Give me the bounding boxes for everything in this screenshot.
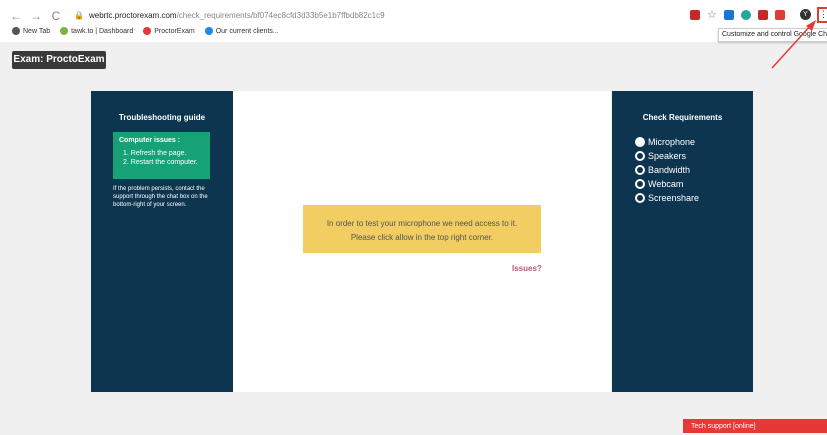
bookmark-tawk[interactable]: tawk.to | Dashboard — [60, 27, 133, 35]
annotation-arrow — [771, 20, 816, 69]
exam-label: Exam: ProctoExam — [12, 51, 106, 69]
tawk-icon — [60, 27, 69, 35]
tech-support-chat-button[interactable]: Tech support [online] — [683, 419, 827, 433]
bookmark-proctorexam[interactable]: ProctorExam — [143, 27, 195, 35]
radio-empty-icon — [635, 179, 645, 189]
radio-empty-icon — [635, 193, 645, 203]
lock-icon: 🔒 — [74, 10, 84, 20]
requirement-screenshare: Screenshare — [635, 191, 699, 205]
extension-icon-4[interactable] — [757, 9, 768, 20]
computer-issues-box: Computer issues : 1. Refresh the page. 2… — [113, 132, 210, 179]
star-icon[interactable]: ☆ — [707, 9, 717, 20]
requirement-webcam: Webcam — [635, 177, 699, 191]
bookmarks-bar: New Tab tawk.to | Dashboard ProctorExam … — [12, 27, 279, 35]
notice-line-1: In order to test your microphone we need… — [326, 219, 518, 228]
requirement-microphone: Microphone — [635, 135, 699, 149]
radio-empty-icon — [635, 165, 645, 175]
globe-icon — [12, 27, 20, 35]
clients-icon — [204, 27, 213, 35]
extension-icon-2[interactable] — [723, 9, 734, 20]
requirement-speakers: Speakers — [635, 149, 699, 163]
bookmark-clients[interactable]: Our current clients... — [204, 27, 279, 35]
requirement-bandwidth: Bandwidth — [635, 163, 699, 177]
troubleshooting-title: Troubleshooting guide — [118, 113, 206, 122]
back-icon[interactable]: ← — [10, 9, 22, 23]
microphone-notice: In order to test your microphone we need… — [303, 205, 541, 253]
address-bar[interactable]: 🔒 webrtc.proctorexam.com/check_requireme… — [74, 6, 714, 24]
proctorexam-icon — [143, 27, 152, 35]
browser-toolbar: ← → C 🔒 webrtc.proctorexam.com/check_req… — [0, 0, 827, 42]
troubleshooting-panel: Troubleshooting guide Computer issues : … — [91, 91, 233, 392]
requirements-title: Check Requirements — [642, 113, 723, 122]
requirements-list: Microphone Speakers Bandwidth Webcam Scr… — [635, 135, 699, 205]
notice-line-2: Please click allow in the top right corn… — [350, 233, 494, 242]
extension-icon-3[interactable] — [740, 9, 751, 20]
requirements-panel: Check Requirements Microphone Speakers B… — [612, 91, 753, 392]
radio-empty-icon — [635, 151, 645, 161]
url-host: webrtc.proctorexam.com — [88, 10, 177, 20]
issues-link[interactable]: Issues? — [512, 264, 542, 273]
radio-checked-icon — [635, 137, 645, 147]
url-path: /check_requirements/bf074ec8cfd3d33b5e1b… — [176, 10, 385, 20]
reload-icon[interactable]: C — [50, 9, 62, 23]
bookmark-new-tab[interactable]: New Tab — [12, 27, 50, 35]
extension-icon-1[interactable] — [690, 9, 700, 20]
issue-step: 2. Restart the computer. — [123, 159, 198, 166]
forward-icon[interactable]: → — [30, 9, 42, 23]
nav-buttons: ← → C — [10, 9, 62, 23]
issue-step: 1. Refresh the page. — [123, 150, 187, 157]
support-note: If the problem persists, contact the sup… — [113, 186, 208, 208]
computer-issues-title: Computer issues : — [119, 137, 181, 144]
arrow-line — [771, 23, 813, 69]
